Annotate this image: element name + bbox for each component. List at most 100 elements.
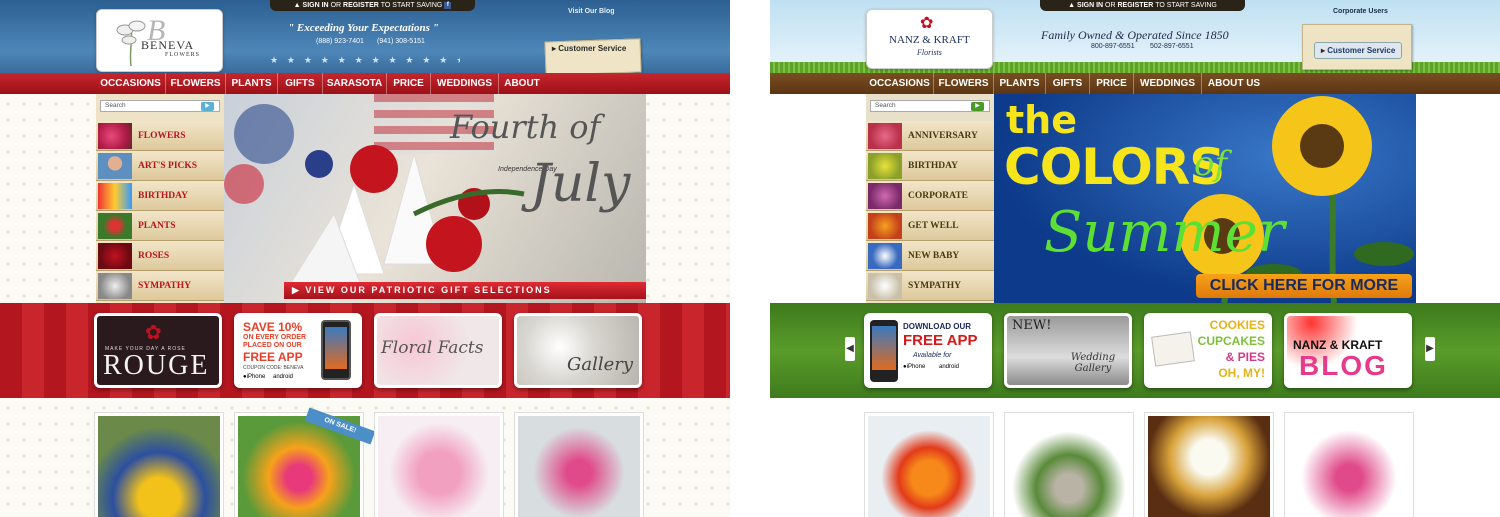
rose-icon: ✿ <box>145 322 162 344</box>
rouge-tile[interactable]: ✿ MAKE YOUR DAY A ROSE ROUGE <box>94 313 222 388</box>
nav-price[interactable]: PRICE <box>387 73 431 94</box>
facebook-icon[interactable]: f <box>444 1 452 9</box>
flowers-thumb <box>98 123 132 149</box>
nav-plants[interactable]: PLANTS <box>994 73 1046 94</box>
patriotic-cta[interactable]: ▶ VIEW OUR PATRIOTIC GIFT SELECTIONS <box>284 282 646 299</box>
blog-tile[interactable]: NANZ & KRAFT BLOG <box>1284 313 1412 388</box>
art-portrait-thumb <box>98 153 132 179</box>
sidebar-item-anniversary[interactable]: ANNIVERSARY <box>866 121 994 151</box>
sidebar-item-flowers[interactable]: FLOWERS <box>96 121 224 151</box>
search-go-icon[interactable]: ▶ <box>971 102 984 111</box>
phone-icon <box>870 320 898 382</box>
nav-price[interactable]: PRICE <box>1090 73 1134 94</box>
colors-of-summer-banner[interactable]: the COLORS of Summer CLICK HERE FOR MORE <box>994 94 1416 303</box>
gallery-tile[interactable]: Gallery <box>514 313 642 388</box>
product-card[interactable] <box>514 412 644 517</box>
nav-about[interactable]: ABOUT <box>499 73 545 94</box>
carousel-next-icon[interactable]: ▶ <box>1425 337 1435 361</box>
app-discount-tile[interactable]: SAVE 10% ON EVERY ORDER PLACED ON OUR FR… <box>234 313 362 388</box>
stars-decoration: ★ ★ ★ ★ ★ ★ ★ ★ ★ ★ ★ ★ ★ ★ ★ ★ ★ ★ ★ ★ <box>270 56 460 66</box>
android-icon: android <box>939 364 960 370</box>
click-here-cta[interactable]: CLICK HERE FOR MORE <box>1196 274 1412 298</box>
product-card[interactable] <box>1284 412 1414 517</box>
sidebar-item-sympathy[interactable]: SYMPATHY <box>96 271 224 301</box>
birthday-thumb <box>98 183 132 209</box>
sign-in-link[interactable]: SIGN IN <box>1077 2 1103 9</box>
promo-strip: ✿ MAKE YOUR DAY A ROSE ROUGE SAVE 10% ON… <box>0 303 730 398</box>
nav-flowers[interactable]: FLOWERS <box>166 73 226 94</box>
sidebar-item-birthday[interactable]: BIRTHDAY <box>96 181 224 211</box>
product-card[interactable]: ON SALE! <box>234 407 376 517</box>
sign-in-link[interactable]: SIGN IN <box>303 2 329 9</box>
apple-icon: ●iPhone <box>903 364 926 370</box>
nanz-kraft-page: ▲ SIGN IN OR REGISTER TO START SAVING ✿ … <box>770 0 1500 517</box>
nanz-kraft-logo[interactable]: ✿ NANZ & KRAFT Florists <box>866 9 993 69</box>
customer-service-button[interactable]: ▸ Customer Service <box>1314 42 1403 59</box>
sidebar-item-sympathy[interactable]: SYMPATHY <box>866 271 994 301</box>
register-link[interactable]: REGISTER <box>1118 2 1154 9</box>
fourth-of-july-banner[interactable]: Fourth of Independence Day July ▶ VIEW O… <box>224 94 646 303</box>
bakery-box-icon <box>1151 331 1195 367</box>
sidebar-item-arts-picks[interactable]: ART'S PICKS <box>96 151 224 181</box>
product-image <box>1148 416 1270 517</box>
main-nav: OCCASIONS FLOWERS PLANTS GIFTS PRICE WED… <box>770 73 1500 94</box>
sidebar-item-new-baby[interactable]: NEW BABY <box>866 241 994 271</box>
phone-2: (941) 308-5151 <box>377 38 425 45</box>
sunflowers-illustration <box>1180 96 1414 303</box>
sign-in-bar: ▲ SIGN IN OR REGISTER TO START SAVING f <box>270 0 475 11</box>
sidebar-item-corporate[interactable]: CORPORATE <box>866 181 994 211</box>
nav-gifts[interactable]: GIFTS <box>278 73 323 94</box>
free-app-tile[interactable]: DOWNLOAD OUR FREE APP Available for ●iPh… <box>864 313 992 388</box>
wedding-gallery-tile[interactable]: NEW! Wedding Gallery <box>1004 313 1132 388</box>
banner-title-2: July <box>530 154 631 214</box>
corporate-users-link[interactable]: Corporate Users <box>1333 8 1388 15</box>
product-image <box>868 416 990 517</box>
nav-weddings[interactable]: WEDDINGS <box>1134 73 1202 94</box>
nav-flowers[interactable]: FLOWERS <box>934 73 994 94</box>
product-card[interactable] <box>1144 412 1274 517</box>
phone-2: 502-897-6551 <box>1150 43 1194 50</box>
product-card[interactable] <box>374 412 504 517</box>
register-link[interactable]: REGISTER <box>343 2 379 9</box>
nav-weddings[interactable]: WEDDINGS <box>431 73 499 94</box>
banner-colors: COLORS <box>1004 138 1225 196</box>
nav-gifts[interactable]: GIFTS <box>1046 73 1090 94</box>
floral-facts-tile[interactable]: Floral Facts <box>374 313 502 388</box>
banner-summer: Summer <box>1044 200 1285 265</box>
sidebar-item-birthday[interactable]: BIRTHDAY <box>866 151 994 181</box>
logo-sub: Florists <box>917 48 942 57</box>
cookies-tile[interactable]: COOKIES CUPCAKES & PIES OH, MY! <box>1144 313 1272 388</box>
nav-sarasota[interactable]: SARASOTA <box>323 73 387 94</box>
search-go-icon[interactable]: ▶ <box>201 102 214 111</box>
sidebar-item-plants[interactable]: PLANTS <box>96 211 224 241</box>
visit-blog-link[interactable]: Visit Our Blog <box>568 8 615 15</box>
sympathy-thumb <box>98 273 132 299</box>
sympathy-thumb <box>868 273 902 299</box>
header: ★ ★ ★ ★ ★ ★ ★ ★ ★ ★ ★ ★ ★ ★ ★ ★ ★ ★ ★ ★ … <box>0 0 730 76</box>
new-baby-thumb <box>868 243 902 269</box>
nav-occasions[interactable]: OCCASIONS <box>866 73 934 94</box>
nav-plants[interactable]: PLANTS <box>226 73 278 94</box>
product-image <box>378 416 500 517</box>
nav-about-us[interactable]: ABOUT US <box>1202 73 1266 94</box>
customer-service-button[interactable]: ▸ Customer Service <box>552 44 626 53</box>
sidebar-item-roses[interactable]: ROSES <box>96 241 224 271</box>
product-card[interactable] <box>864 412 994 517</box>
product-image <box>1288 416 1410 517</box>
sidebar: Search ▶ FLOWERS ART'S PICKS BIRTHDAY PL… <box>96 94 224 303</box>
main-nav: OCCASIONS FLOWERS PLANTS GIFTS SARASOTA … <box>0 73 730 94</box>
phone-1: (888) 923-7401 <box>316 38 364 45</box>
nav-occasions[interactable]: OCCASIONS <box>96 73 166 94</box>
rose-icon: ✿ <box>920 15 934 32</box>
product-card[interactable] <box>94 412 224 517</box>
banner-of: of <box>1194 144 1228 184</box>
beneva-logo[interactable]: B BENEVA FLOWERS <box>96 9 223 72</box>
logo-name: BENEVA <box>141 38 195 52</box>
apple-icon: ●iPhone <box>243 374 266 380</box>
carousel-prev-icon[interactable]: ◀ <box>845 337 855 361</box>
product-image <box>518 416 640 517</box>
promo-strip: ◀ ▶ DOWNLOAD OUR FREE APP Available for … <box>770 303 1500 398</box>
sign-in-bar: ▲ SIGN IN OR REGISTER TO START SAVING <box>1040 0 1245 11</box>
sidebar-item-get-well[interactable]: GET WELL <box>866 211 994 241</box>
product-card[interactable] <box>1004 412 1134 517</box>
